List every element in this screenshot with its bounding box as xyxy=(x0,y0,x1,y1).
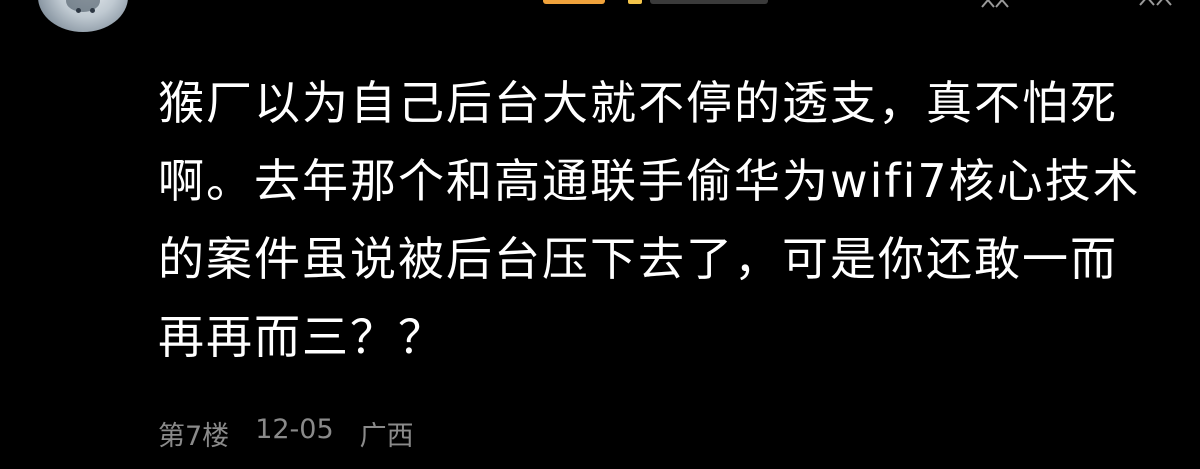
comment-meta: 第7楼 12-05 广西 xyxy=(158,414,414,453)
comment-item: 猴厂以为自己后台大就不停的透支，真不怕死啊。去年那个和高通联手偷华为wifi7核… xyxy=(0,0,1200,469)
fan-badge xyxy=(650,0,768,4)
avatar-eye-left xyxy=(76,8,81,13)
level-badge xyxy=(543,0,605,4)
avatar-eye-right xyxy=(90,8,95,13)
floor-number: 第7楼 xyxy=(158,421,230,452)
more-icon[interactable] xyxy=(980,0,1010,8)
avatar[interactable] xyxy=(38,0,128,32)
comment-location: 广西 xyxy=(359,421,414,452)
like-icon[interactable] xyxy=(1138,0,1172,6)
comment-text: 猴厂以为自己后台大就不停的透支，真不怕死啊。去年那个和高通联手偷华为wifi7核… xyxy=(158,76,1141,364)
fan-badge-icon xyxy=(628,0,642,4)
comment-date: 12-05 xyxy=(255,414,334,445)
